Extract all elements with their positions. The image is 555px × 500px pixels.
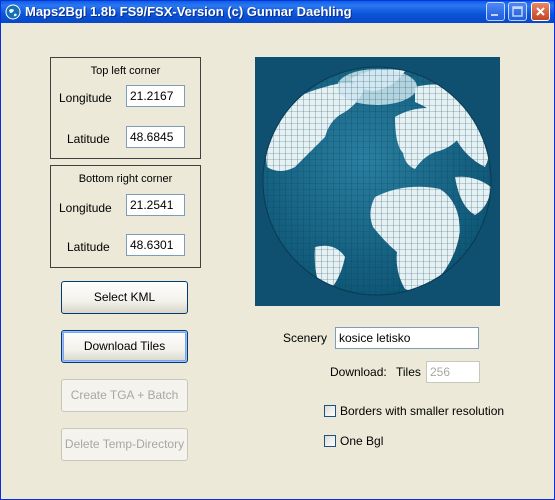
- title-bar[interactable]: Maps2Bgl 1.8b FS9/FSX-Version (c) Gunnar…: [1, 1, 554, 23]
- select-kml-button[interactable]: Select KML: [61, 281, 188, 314]
- client-area: Top left corner Longitude 21.2167 Latitu…: [4, 23, 551, 496]
- tiles-label: Tiles: [396, 365, 421, 379]
- delete-temp-directory-button[interactable]: Delete Temp-Directory: [61, 428, 188, 461]
- bottom-right-corner-group: Bottom right corner Longitude 21.2541 La…: [50, 165, 201, 268]
- top-left-corner-group: Top left corner Longitude 21.2167 Latitu…: [50, 57, 201, 159]
- one-bgl-checkbox[interactable]: [324, 435, 336, 447]
- top-left-title: Top left corner: [90, 65, 161, 77]
- maximize-icon: [512, 6, 523, 17]
- globe-image: [262, 66, 492, 296]
- tiles-input[interactable]: 256: [426, 361, 480, 383]
- maximize-button[interactable]: [508, 2, 527, 21]
- download-tiles-button[interactable]: Download Tiles: [61, 330, 188, 363]
- top-left-longitude-label: Longitude: [59, 91, 112, 105]
- bottom-right-latitude-input[interactable]: 48.6301: [126, 234, 185, 256]
- window-title: Maps2Bgl 1.8b FS9/FSX-Version (c) Gunnar…: [25, 4, 352, 19]
- bottom-right-latitude-label: Latitude: [67, 240, 110, 254]
- download-label: Download:: [330, 365, 387, 379]
- top-left-latitude-label: Latitude: [67, 132, 110, 146]
- one-bgl-label: One Bgl: [340, 434, 384, 448]
- globe-map-view[interactable]: [255, 57, 500, 306]
- create-tga-batch-button[interactable]: Create TGA + Batch: [61, 379, 188, 412]
- minimize-button[interactable]: [486, 2, 505, 21]
- borders-checkbox[interactable]: [324, 405, 336, 417]
- scenery-label: Scenery: [283, 331, 328, 345]
- close-icon: [536, 7, 545, 16]
- top-left-longitude-input[interactable]: 21.2167: [126, 85, 185, 107]
- bottom-right-title: Bottom right corner: [78, 173, 173, 185]
- bottom-right-longitude-input[interactable]: 21.2541: [126, 194, 185, 216]
- bottom-right-longitude-label: Longitude: [59, 201, 112, 215]
- globe-app-icon: [5, 4, 21, 20]
- borders-label: Borders with smaller resolution: [340, 404, 505, 418]
- minimize-icon: [491, 14, 498, 16]
- scenery-input[interactable]: kosice letisko: [335, 327, 479, 349]
- close-button[interactable]: [531, 2, 550, 21]
- main-window: Maps2Bgl 1.8b FS9/FSX-Version (c) Gunnar…: [0, 0, 555, 500]
- top-left-latitude-input[interactable]: 48.6845: [126, 126, 185, 148]
